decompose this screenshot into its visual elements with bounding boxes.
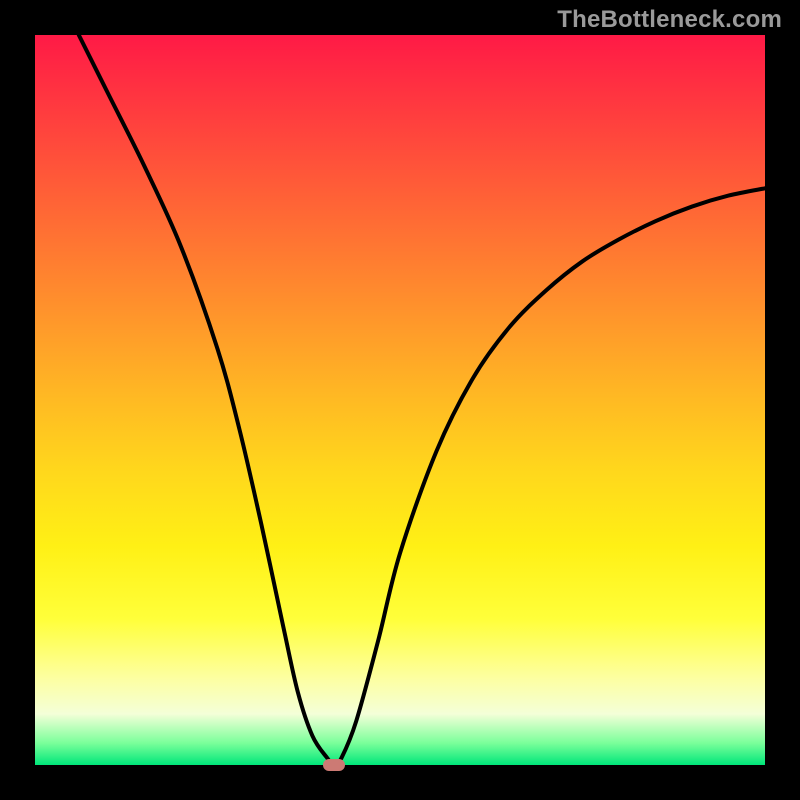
minimum-marker — [323, 759, 345, 771]
curve-svg — [35, 35, 765, 765]
plot-area — [35, 35, 765, 765]
chart-frame: TheBottleneck.com — [0, 0, 800, 800]
watermark-text: TheBottleneck.com — [557, 6, 782, 34]
bottleneck-curve — [79, 35, 765, 765]
